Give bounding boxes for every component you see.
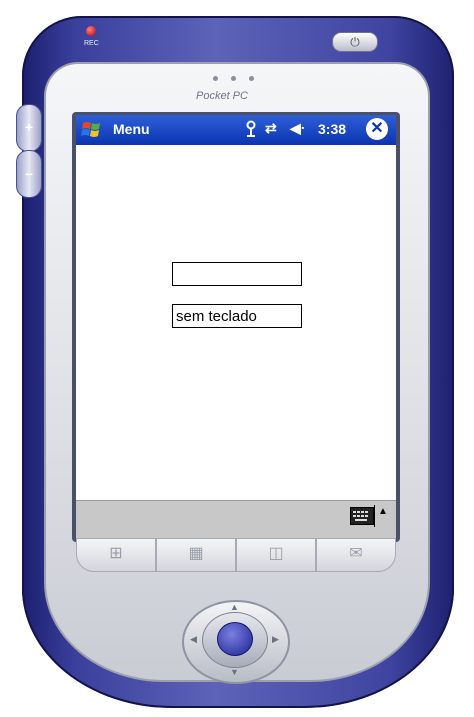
separator <box>374 505 375 527</box>
speaker-hole <box>231 76 236 81</box>
sync-arrows-icon[interactable]: ⇄ <box>265 120 277 137</box>
nav-left-icon[interactable]: ◀ <box>190 634 197 645</box>
text-field-sem-teclado[interactable] <box>172 304 302 328</box>
brand-label: Pocket PC <box>196 90 248 102</box>
input-method-arrow-icon[interactable]: ▲ <box>378 506 388 517</box>
record-button[interactable] <box>86 26 96 36</box>
inbox-icon[interactable]: ✉ <box>316 538 396 572</box>
speaker-hole <box>213 76 218 81</box>
nav-right-icon[interactable]: ▶ <box>272 634 279 645</box>
keyboard-icon[interactable] <box>350 507 374 525</box>
record-label: REC <box>84 40 99 47</box>
calendar-icon[interactable]: ▦ <box>156 538 236 572</box>
volume-up-button[interactable]: + <box>16 104 42 152</box>
clock[interactable]: 3:38 <box>318 121 346 137</box>
nav-down-icon[interactable]: ▼ <box>230 667 239 677</box>
text-field-empty[interactable] <box>172 262 302 286</box>
close-button[interactable]: ✕ <box>366 118 388 140</box>
action-button[interactable] <box>217 622 253 656</box>
screen: Menu ⇄ ◀ᐧ 3:38 ✕ ▲ <box>76 115 396 538</box>
taskbar-title[interactable]: Menu <box>113 121 150 137</box>
input-panel-bar: ▲ <box>76 500 396 538</box>
connectivity-icon[interactable] <box>244 120 258 141</box>
start-icon[interactable]: ⊞ <box>76 538 156 572</box>
hardware-buttons: ⊞ ▦ ◫ ✉ <box>76 538 396 572</box>
nav-up-icon[interactable]: ▲ <box>230 602 239 612</box>
speaker-icon[interactable]: ◀ᐧ <box>290 120 304 137</box>
contacts-icon[interactable]: ◫ <box>236 538 316 572</box>
taskbar: Menu ⇄ ◀ᐧ 3:38 ✕ <box>76 115 396 145</box>
power-button[interactable]: ⏻ <box>332 32 378 52</box>
volume-down-button[interactable]: – <box>16 150 42 198</box>
speaker-hole <box>249 76 254 81</box>
windows-start-icon[interactable] <box>80 118 106 142</box>
